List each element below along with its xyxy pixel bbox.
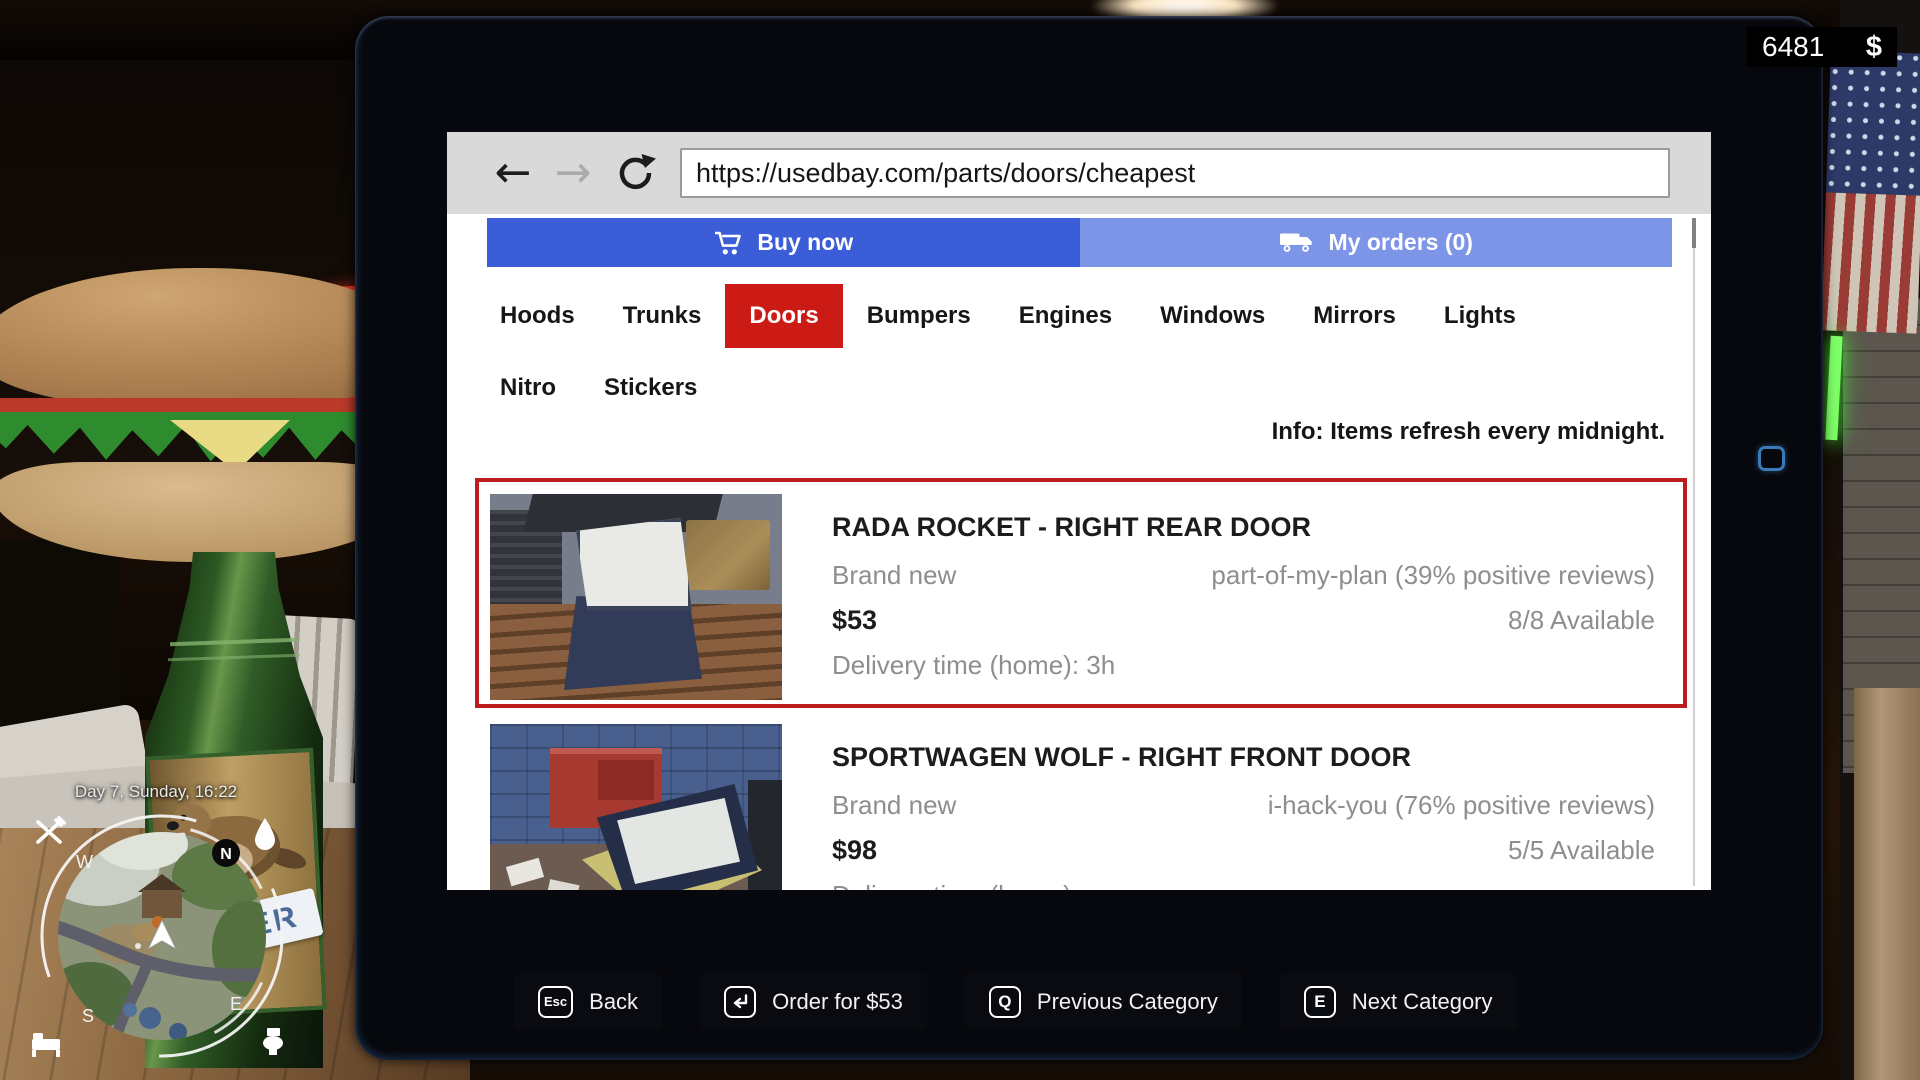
listing-thumbnail: [490, 494, 782, 700]
american-flag: [1821, 50, 1920, 333]
category-tabs-row2: Nitro Stickers: [476, 366, 721, 410]
listing-availability: 8/8 Available: [1508, 605, 1655, 636]
scrollbar-track: [1693, 218, 1695, 886]
hotkey-label: Next Category: [1352, 989, 1493, 1015]
listing-sportwagen-wolf[interactable]: SPORTWAGEN WOLF - RIGHT FRONT DOOR Brand…: [475, 708, 1687, 890]
cart-icon: [713, 229, 743, 256]
listing-title: SPORTWAGEN WOLF - RIGHT FRONT DOOR: [832, 742, 1411, 773]
hotkey-label: Back: [589, 989, 638, 1015]
browser-window: ← →: [447, 132, 1711, 890]
buy-now-label: Buy now: [757, 229, 853, 256]
listing-availability: 5/5 Available: [1508, 835, 1655, 866]
flag-stripes: [1821, 192, 1920, 333]
hotkey-label: Previous Category: [1037, 989, 1218, 1015]
thirst-icon: [255, 818, 275, 850]
truck-icon: [1279, 230, 1315, 255]
listing-condition: Brand new: [832, 560, 956, 591]
back-arrow-icon[interactable]: ←: [487, 146, 539, 200]
refresh-icon[interactable]: [609, 146, 661, 200]
url-input[interactable]: [680, 148, 1670, 198]
listing-delivery: Delivery time (home): 3h: [832, 650, 1115, 681]
compass-w: W: [76, 852, 93, 872]
hotkey-previous-category[interactable]: Q Previous Category: [965, 973, 1242, 1030]
tab-windows[interactable]: Windows: [1136, 284, 1289, 348]
listing-price: $53: [832, 605, 877, 636]
sleep-bed-icon: [32, 1033, 60, 1057]
tab-bumpers[interactable]: Bumpers: [843, 284, 995, 348]
category-tabs-row1: Hoods Trunks Doors Bumpers Engines Windo…: [476, 284, 1540, 348]
compass-north-badge: N: [212, 839, 240, 867]
listing-seller: part-of-my-plan (39% positive reviews): [1211, 560, 1655, 591]
game-screen: BOBER ← →: [0, 0, 1920, 1080]
e-key-icon: E: [1304, 986, 1336, 1018]
listing-title: RADA ROCKET - RIGHT REAR DOOR: [832, 512, 1311, 543]
listing-thumbnail: [490, 724, 782, 890]
curtain-art: [1854, 688, 1920, 1080]
listing-price: $98: [832, 835, 877, 866]
esc-key-icon: Esc: [538, 986, 573, 1018]
game-datetime: Day 7, Sunday, 16:22: [18, 782, 294, 802]
hotkey-next-category[interactable]: E Next Category: [1280, 973, 1517, 1030]
listing-seller: i-hack-you (76% positive reviews): [1268, 790, 1655, 821]
enter-key-icon: [724, 986, 756, 1018]
compass-n: N: [220, 846, 232, 863]
money-amount: 6481: [1762, 31, 1824, 63]
tab-engines[interactable]: Engines: [995, 284, 1136, 348]
listing-delivery: Delivery time (home):: [832, 880, 1079, 890]
forward-arrow-icon[interactable]: →: [547, 146, 599, 200]
hotkey-label: Order for $53: [772, 989, 903, 1015]
compass-e: E: [230, 994, 242, 1014]
shop-page: Buy now My orders (0) Hoods Tr: [447, 214, 1711, 890]
toilet-icon: [263, 1028, 283, 1055]
hotkey-bar: Esc Back Order for $53 Q Previous Catego…: [514, 973, 1517, 1030]
tab-hoods[interactable]: Hoods: [476, 284, 599, 348]
refresh-info-text: Info: Items refresh every midnight.: [447, 418, 1711, 446]
browser-toolbar: ← →: [447, 132, 1711, 214]
q-key-icon: Q: [989, 986, 1021, 1018]
tab-trunks[interactable]: Trunks: [599, 284, 726, 348]
tablet-home-button[interactable]: [1758, 446, 1785, 471]
money-counter: 6481 $: [1747, 27, 1897, 67]
flag-canton: [1826, 50, 1920, 195]
tab-doors[interactable]: Doors: [725, 284, 842, 348]
scrollbar-thumb[interactable]: [1692, 218, 1696, 248]
tab-lights[interactable]: Lights: [1420, 284, 1540, 348]
shop-nav: Buy now My orders (0): [487, 218, 1672, 267]
tab-nitro[interactable]: Nitro: [476, 366, 580, 410]
compass-s: S: [82, 1006, 94, 1026]
my-orders-label: My orders (0): [1329, 229, 1473, 256]
minimap-hud: Day 7, Sunday, 16:22: [18, 782, 294, 1078]
tab-mirrors[interactable]: Mirrors: [1289, 284, 1420, 348]
minimap: N W S E: [30, 804, 294, 1074]
hunger-icon: [38, 818, 64, 842]
listing-rada-rocket[interactable]: RADA ROCKET - RIGHT REAR DOOR Brand new …: [475, 478, 1687, 708]
buy-now-button[interactable]: Buy now: [487, 218, 1080, 267]
dollar-icon: $: [1866, 31, 1882, 64]
tab-stickers[interactable]: Stickers: [580, 366, 721, 410]
my-orders-button[interactable]: My orders (0): [1080, 218, 1673, 267]
listing-condition: Brand new: [832, 790, 956, 821]
tablet-device: ← →: [355, 16, 1823, 1060]
hotkey-back[interactable]: Esc Back: [514, 973, 662, 1030]
hotkey-order[interactable]: Order for $53: [700, 973, 927, 1030]
